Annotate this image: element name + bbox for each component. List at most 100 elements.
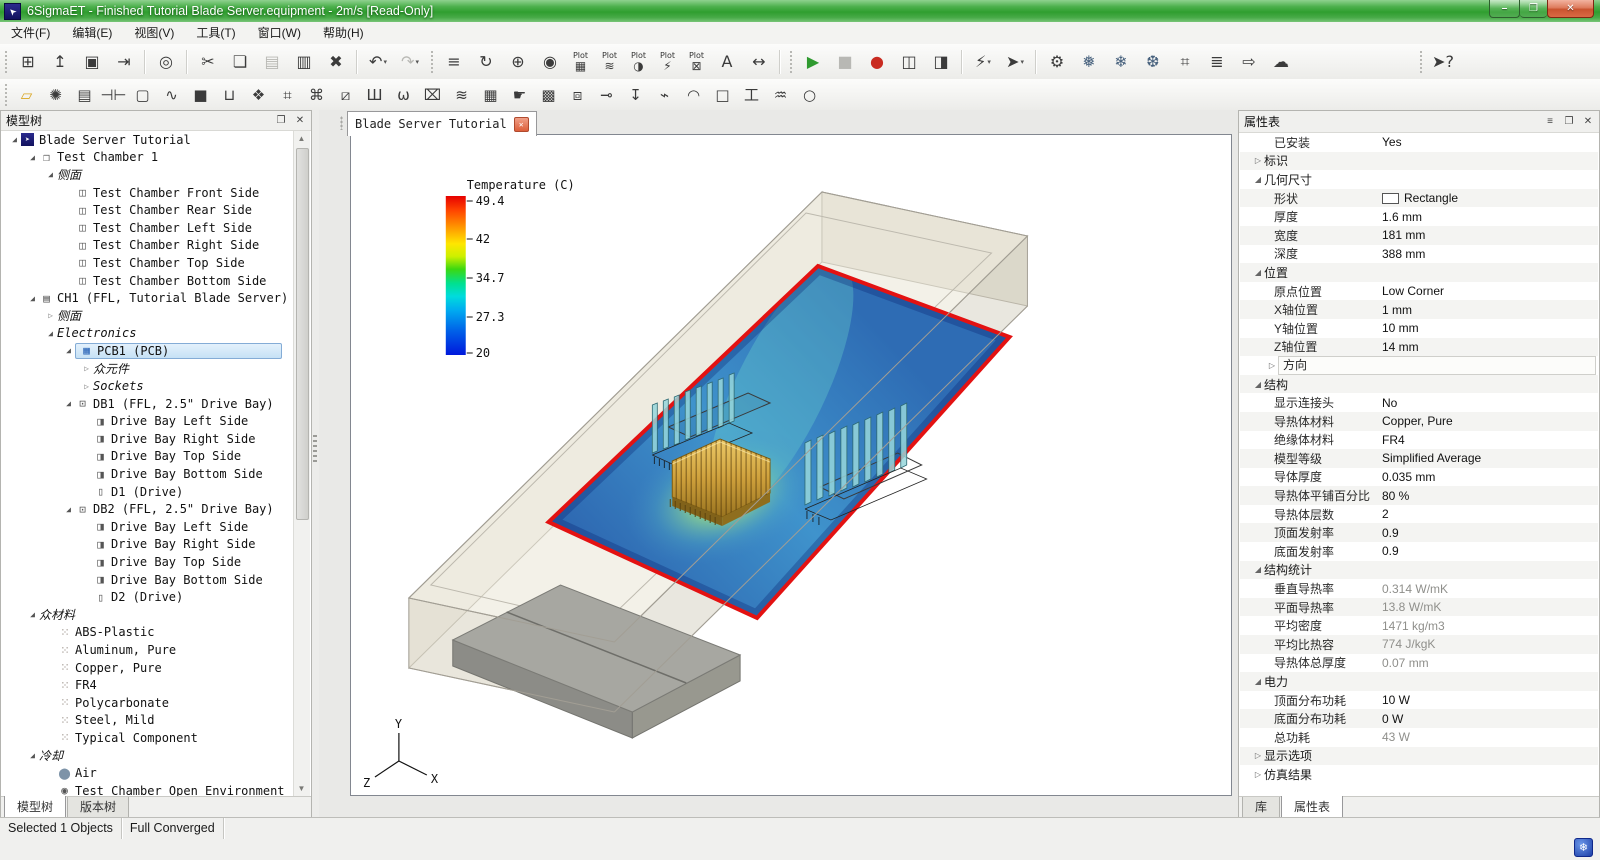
tree-item[interactable]: ▷侧面 bbox=[2, 307, 294, 325]
tree-item[interactable]: ◫Test Chamber Right Side bbox=[2, 237, 294, 255]
property-group[interactable]: ◢结构统计 bbox=[1240, 561, 1598, 580]
tree-item[interactable]: ◫Test Chamber Top Side bbox=[2, 254, 294, 272]
plot-mesh-button[interactable]: Plot⊠ bbox=[682, 46, 711, 77]
float-panel-icon[interactable]: ❐ bbox=[1561, 116, 1577, 127]
property-group[interactable]: ▷方向 bbox=[1240, 356, 1598, 375]
property-group[interactable]: ◢位置 bbox=[1240, 263, 1598, 282]
tree-item[interactable]: ◢⊡DB2 (FFL, 2.5" Drive Bay) bbox=[2, 500, 294, 518]
unfreeze-button[interactable]: ❅ bbox=[1073, 46, 1105, 77]
tree-item[interactable]: ⁙Steel, Mild bbox=[2, 712, 294, 730]
grid-settings-button[interactable]: ⚙ bbox=[1041, 46, 1073, 77]
menu-help[interactable]: 帮助(H) bbox=[312, 22, 375, 44]
tree-item[interactable]: ⁙Polycarbonate bbox=[2, 694, 294, 712]
property-value[interactable]: 10 mm bbox=[1382, 321, 1419, 335]
tree-item[interactable]: ◢Electronics bbox=[2, 325, 294, 343]
tree-item[interactable]: ⁙Copper, Pure bbox=[2, 659, 294, 677]
plain-plate-button[interactable]: □ bbox=[708, 81, 737, 108]
property-value[interactable]: 2 bbox=[1382, 507, 1389, 521]
tree-item[interactable]: ◢冷却 bbox=[2, 747, 294, 765]
cut-button[interactable]: ✂ bbox=[192, 46, 224, 77]
property-value[interactable]: 0.07 mm bbox=[1382, 656, 1429, 670]
property-group[interactable]: ◢几何尺寸 bbox=[1240, 170, 1598, 189]
capacitor-button[interactable]: ⊣⊢ bbox=[99, 81, 128, 108]
tree-item[interactable]: ⬤Air bbox=[2, 764, 294, 782]
expand-toggle-icon[interactable]: ◢ bbox=[1252, 380, 1264, 389]
property-group[interactable]: ▷显示选项 bbox=[1240, 747, 1598, 766]
menu-file[interactable]: 文件(F) bbox=[0, 22, 61, 44]
stop-solver-button[interactable]: ■ bbox=[829, 46, 861, 77]
float-panel-icon[interactable]: ❐ bbox=[273, 115, 289, 126]
tab-close-icon[interactable]: ✕ bbox=[514, 117, 529, 132]
property-value[interactable]: FR4 bbox=[1382, 433, 1405, 447]
new-equipment-button[interactable]: ⊞ bbox=[12, 46, 44, 77]
opening-button[interactable]: ○ bbox=[795, 81, 824, 108]
chip-package-button[interactable]: ■ bbox=[186, 81, 215, 108]
scroll-down-icon[interactable]: ▼ bbox=[294, 781, 309, 796]
menu-view[interactable]: 视图(V) bbox=[123, 22, 185, 44]
expand-toggle-icon[interactable]: ◢ bbox=[1252, 565, 1264, 574]
property-value[interactable]: Yes bbox=[1382, 135, 1402, 149]
measure-button[interactable]: ↔ bbox=[743, 46, 775, 77]
property-value[interactable]: 774 J/kgK bbox=[1382, 637, 1435, 651]
close-button[interactable]: ✕ bbox=[1547, 0, 1594, 18]
property-value[interactable]: 43 W bbox=[1382, 730, 1410, 744]
edge-connector-button[interactable]: ▤ bbox=[70, 81, 99, 108]
property-value[interactable]: 0.035 mm bbox=[1382, 470, 1435, 484]
view-rotate-button[interactable]: ↻ bbox=[470, 46, 502, 77]
tree-item[interactable]: ◨Drive Bay Top Side bbox=[2, 553, 294, 571]
open-equipment-button[interactable]: ↥ bbox=[44, 46, 76, 77]
undo-button[interactable]: ↶▾ bbox=[362, 46, 394, 77]
menu-window[interactable]: 窗口(W) bbox=[247, 22, 312, 44]
fin-connector-button[interactable]: ♒ bbox=[766, 81, 795, 108]
submit-solve-button[interactable]: ➤▾ bbox=[999, 46, 1031, 77]
expand-toggle-icon[interactable]: ◢ bbox=[62, 346, 75, 355]
menu-tools[interactable]: 工具(T) bbox=[185, 22, 246, 44]
tree-item[interactable]: ◨Drive Bay Right Side bbox=[2, 430, 294, 448]
menu-edit[interactable]: 编辑(E) bbox=[61, 22, 123, 44]
panel-menu-icon[interactable]: ≡ bbox=[1542, 116, 1558, 127]
tree-item[interactable]: ◢➤Blade Server Tutorial bbox=[2, 131, 294, 149]
expand-toggle-icon[interactable]: ▷ bbox=[1252, 751, 1264, 760]
library-folder-button[interactable]: ▱ bbox=[12, 81, 41, 108]
plot-table-button[interactable]: Plot▦ bbox=[566, 46, 595, 77]
property-value[interactable]: 0.314 W/mK bbox=[1382, 582, 1448, 596]
chip-socket-outline-button[interactable]: ▢ bbox=[128, 81, 157, 108]
tree-scrollbar[interactable]: ▲ ▼ bbox=[293, 131, 310, 796]
perforated-plate-button[interactable]: ▩ bbox=[534, 81, 563, 108]
scroll-up-icon[interactable]: ▲ bbox=[294, 131, 309, 146]
plot-power-button[interactable]: Plot⚡ bbox=[653, 46, 682, 77]
expand-toggle-icon[interactable]: ▷ bbox=[44, 311, 57, 320]
paste-special-button[interactable]: ▥ bbox=[288, 46, 320, 77]
tree-item[interactable]: ◢众材料 bbox=[2, 606, 294, 624]
rf-source-button[interactable]: ◠ bbox=[679, 81, 708, 108]
panel-splitter[interactable] bbox=[312, 110, 319, 818]
delete-button[interactable]: ✖ bbox=[320, 46, 352, 77]
property-group[interactable]: ◢结构 bbox=[1240, 375, 1598, 394]
expand-toggle-icon[interactable]: ◢ bbox=[8, 135, 21, 144]
property-group[interactable]: ◢电力 bbox=[1240, 672, 1598, 691]
socket-button[interactable]: ⊔ bbox=[215, 81, 244, 108]
tree-item[interactable]: ◢侧面 bbox=[2, 166, 294, 184]
property-value[interactable]: 1471 kg/m3 bbox=[1382, 619, 1445, 633]
expand-toggle-icon[interactable]: ▷ bbox=[1252, 770, 1264, 779]
tree-item[interactable]: ◢▦PCB1 (PCB) bbox=[2, 342, 294, 360]
animation-export-button[interactable]: ◨ bbox=[925, 46, 957, 77]
mesh-region-button[interactable]: ⧈ bbox=[563, 81, 592, 108]
tree-item[interactable]: ◨Drive Bay Left Side bbox=[2, 518, 294, 536]
exclude-region-button[interactable]: ⌧ bbox=[418, 81, 447, 108]
restore-button[interactable]: ❐ bbox=[1520, 0, 1547, 18]
tree-item[interactable]: ⁙Typical Component bbox=[2, 729, 294, 747]
expand-toggle-icon[interactable]: ◢ bbox=[26, 610, 39, 619]
copy-button[interactable]: ❏ bbox=[224, 46, 256, 77]
tree-item[interactable]: ◫Test Chamber Rear Side bbox=[2, 201, 294, 219]
save-button[interactable]: ▣ bbox=[76, 46, 108, 77]
coil-button[interactable]: ω bbox=[389, 81, 418, 108]
close-panel-icon[interactable]: ✕ bbox=[292, 115, 308, 126]
resistor-button[interactable]: ⌁ bbox=[650, 81, 679, 108]
heatsink-angled-button[interactable]: ⧄ bbox=[331, 81, 360, 108]
find-button[interactable]: ◎ bbox=[150, 46, 182, 77]
tab-model-tree[interactable]: 模型树 bbox=[4, 796, 66, 818]
redo-button[interactable]: ↷▾ bbox=[394, 46, 426, 77]
tree-item[interactable]: ▷众元件 bbox=[2, 360, 294, 378]
solve-iso-button[interactable]: ⚡▾ bbox=[967, 46, 999, 77]
